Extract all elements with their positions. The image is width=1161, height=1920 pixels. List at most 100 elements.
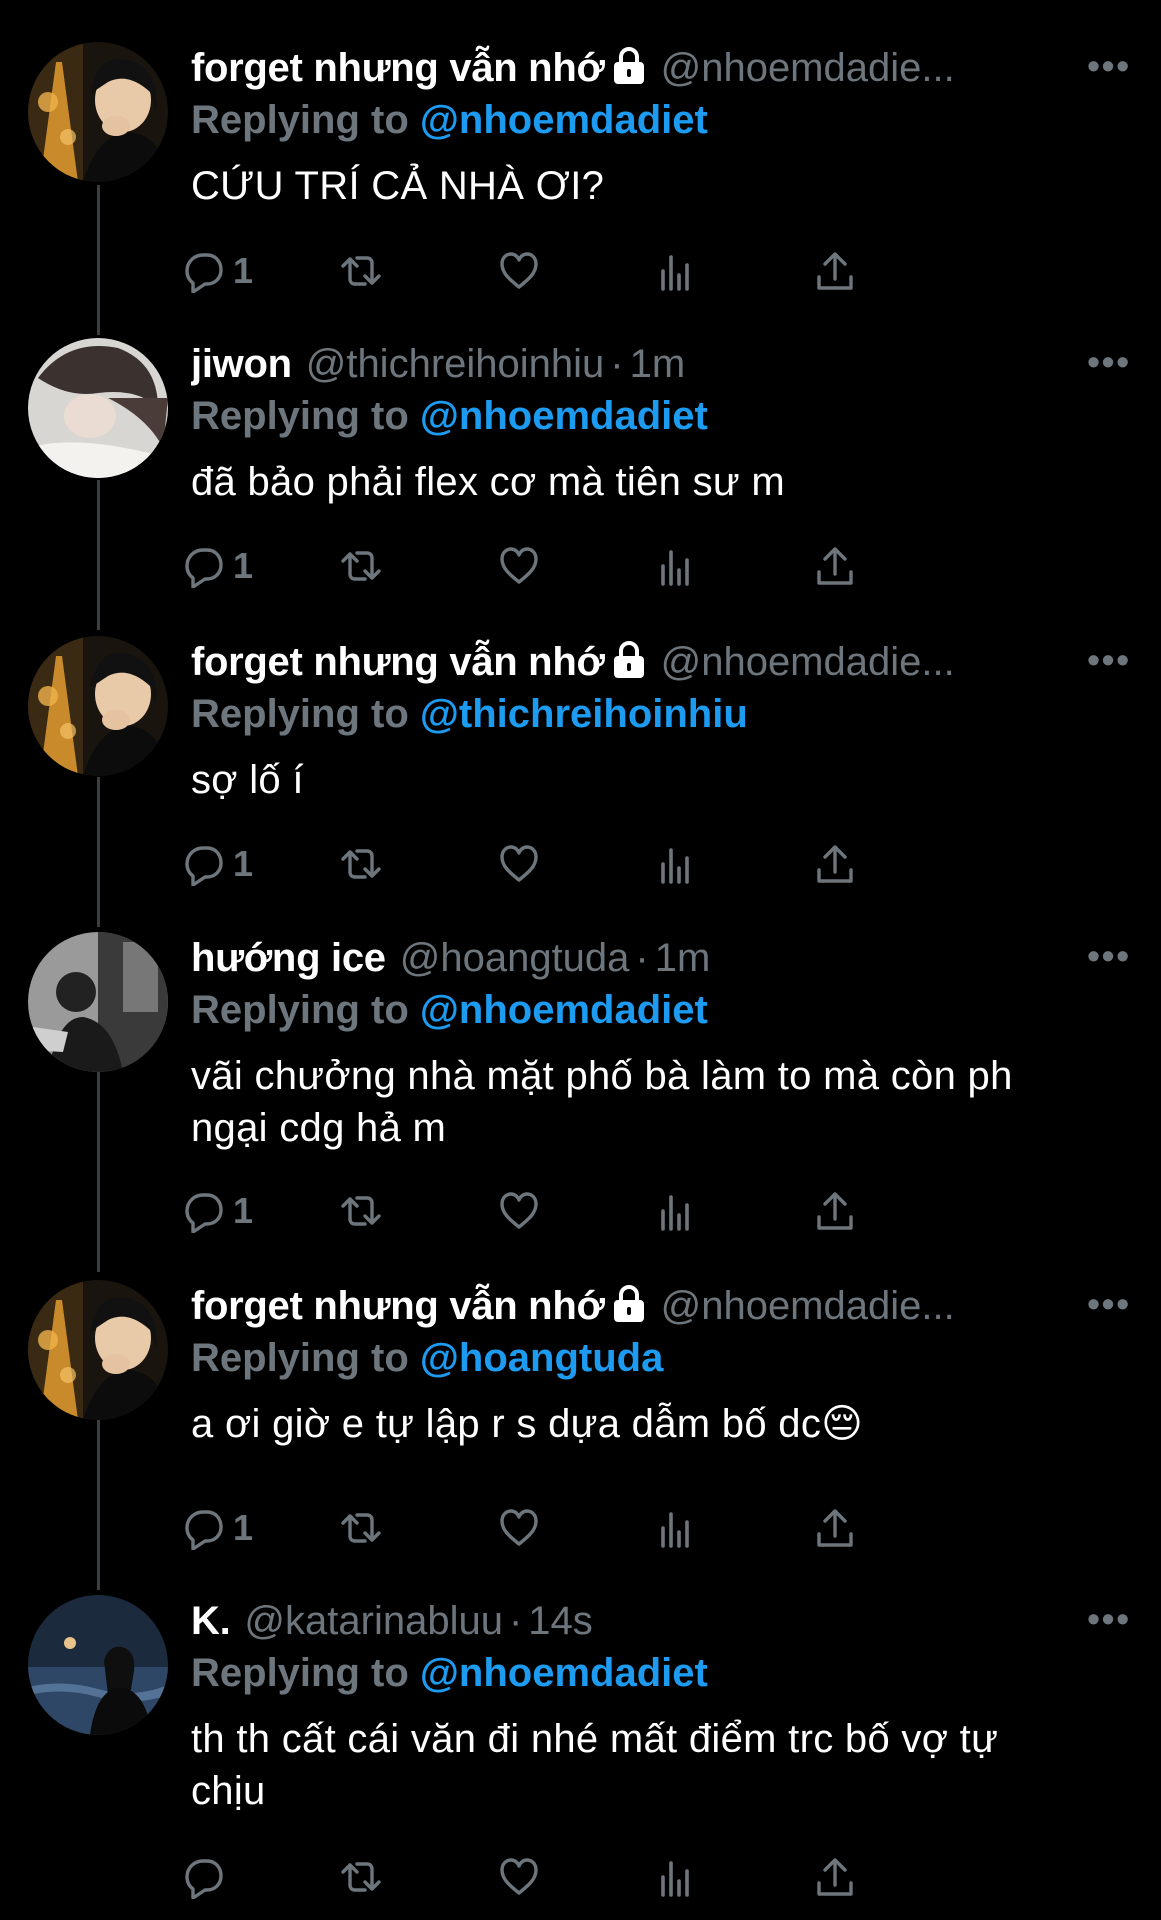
reply-icon bbox=[185, 1193, 223, 1233]
analytics-button[interactable] bbox=[655, 243, 699, 299]
replying-label: Replying to bbox=[191, 1336, 409, 1380]
like-button[interactable] bbox=[497, 836, 541, 892]
like-icon bbox=[500, 1509, 538, 1546]
retweet-icon bbox=[341, 256, 381, 286]
user-handle[interactable]: @nhoemdadie... bbox=[661, 640, 955, 684]
reply-button[interactable]: 1 bbox=[181, 1500, 253, 1556]
tweet-text: sợ lố í bbox=[191, 754, 1131, 806]
user-handle[interactable]: @thichreihoinhiu bbox=[306, 342, 605, 386]
share-icon bbox=[817, 845, 853, 883]
avatar[interactable] bbox=[28, 42, 168, 182]
timestamp[interactable]: 1m bbox=[630, 342, 686, 386]
tweet-text: a ơi giờ e tự lập r s dựa dẫm bố dc😔 bbox=[191, 1398, 1131, 1450]
display-name[interactable]: hướng ice bbox=[191, 936, 386, 980]
tweet-text-line: chịu bbox=[191, 1769, 266, 1813]
retweet-button[interactable] bbox=[339, 243, 383, 299]
avatar[interactable] bbox=[28, 636, 168, 776]
reply-button[interactable]: 1 bbox=[181, 243, 253, 299]
analytics-icon bbox=[661, 255, 689, 291]
analytics-button[interactable] bbox=[655, 538, 699, 594]
tweet-header: forget nhưng vẫn nhớ @nhoemdadie... ••• bbox=[191, 42, 1131, 94]
retweet-icon bbox=[341, 1196, 381, 1226]
replying-to: Replying to @hoangtuda bbox=[191, 1332, 1131, 1384]
more-icon[interactable]: ••• bbox=[1087, 1593, 1131, 1645]
timestamp[interactable]: 14s bbox=[528, 1599, 593, 1643]
reply-button[interactable]: 1 bbox=[181, 538, 253, 594]
replying-to: Replying to @nhoemdadiet bbox=[191, 94, 1131, 146]
mention-link[interactable]: @nhoemdadiet bbox=[420, 988, 708, 1032]
more-icon[interactable]: ••• bbox=[1087, 930, 1131, 982]
share-button[interactable] bbox=[813, 243, 857, 299]
timestamp[interactable]: 1m bbox=[655, 936, 711, 980]
display-name[interactable]: K. bbox=[191, 1599, 231, 1643]
analytics-button[interactable] bbox=[655, 836, 699, 892]
replying-to: Replying to @nhoemdadiet bbox=[191, 984, 1131, 1036]
tweet-actions bbox=[185, 1849, 1021, 1905]
reply-button[interactable]: 1 bbox=[181, 1183, 253, 1239]
tweet-text-line: vãi chưởng nhà mặt phố bà làm to mà còn … bbox=[191, 1054, 1013, 1098]
analytics-button[interactable] bbox=[655, 1183, 699, 1239]
display-name[interactable]: forget nhưng vẫn nhớ bbox=[191, 46, 605, 90]
mention-link[interactable]: @hoangtuda bbox=[420, 1336, 663, 1380]
retweet-button[interactable] bbox=[339, 836, 383, 892]
tweet-text-line: ngại cdg hả m bbox=[191, 1106, 447, 1150]
like-icon bbox=[500, 252, 538, 289]
reply-count: 1 bbox=[233, 250, 254, 291]
display-name[interactable]: forget nhưng vẫn nhớ bbox=[191, 1284, 605, 1328]
share-button[interactable] bbox=[813, 836, 857, 892]
retweet-button[interactable] bbox=[339, 1183, 383, 1239]
more-icon[interactable]: ••• bbox=[1087, 634, 1131, 686]
display-name[interactable]: forget nhưng vẫn nhớ bbox=[191, 640, 605, 684]
share-button[interactable] bbox=[813, 1849, 857, 1905]
mention-link[interactable]: @nhoemdadiet bbox=[420, 1651, 708, 1695]
avatar[interactable] bbox=[28, 1595, 168, 1735]
user-handle[interactable]: @nhoemdadie... bbox=[661, 1284, 955, 1328]
reply-button[interactable]: 1 bbox=[181, 836, 253, 892]
tweet-text: vãi chưởng nhà mặt phố bà làm to mà còn … bbox=[191, 1050, 1131, 1154]
like-icon bbox=[500, 1858, 538, 1895]
user-handle[interactable]: @nhoemdadie... bbox=[661, 46, 955, 90]
like-button[interactable] bbox=[497, 1500, 541, 1556]
share-button[interactable] bbox=[813, 1183, 857, 1239]
tweet-actions: 1 bbox=[185, 836, 1021, 892]
more-icon[interactable]: ••• bbox=[1087, 40, 1131, 92]
share-icon bbox=[817, 547, 853, 585]
like-icon bbox=[500, 547, 538, 584]
more-icon[interactable]: ••• bbox=[1087, 1278, 1131, 1330]
thread-line bbox=[97, 480, 100, 630]
avatar[interactable] bbox=[28, 1280, 168, 1420]
separator-dot: · bbox=[508, 1599, 523, 1643]
tweet-text: đã bảo phải flex cơ mà tiên sư m bbox=[191, 456, 1131, 508]
retweet-button[interactable] bbox=[339, 1500, 383, 1556]
share-icon bbox=[817, 1509, 853, 1547]
tweet-text: th th cất cái văn đi nhé mất điểm trc bố… bbox=[191, 1713, 1131, 1817]
like-button[interactable] bbox=[497, 1183, 541, 1239]
like-button[interactable] bbox=[497, 243, 541, 299]
avatar[interactable] bbox=[28, 338, 168, 478]
reply-icon bbox=[185, 548, 223, 588]
analytics-button[interactable] bbox=[655, 1500, 699, 1556]
reply-button[interactable] bbox=[181, 1849, 225, 1905]
share-button[interactable] bbox=[813, 538, 857, 594]
mention-link[interactable]: @nhoemdadiet bbox=[420, 98, 708, 142]
avatar[interactable] bbox=[28, 932, 168, 1072]
like-button[interactable] bbox=[497, 538, 541, 594]
reply-count: 1 bbox=[233, 1507, 254, 1548]
tweet-actions: 1 bbox=[185, 243, 1021, 299]
replying-to: Replying to @thichreihoinhiu bbox=[191, 688, 1131, 740]
like-button[interactable] bbox=[497, 1849, 541, 1905]
reply-count: 1 bbox=[233, 545, 254, 586]
retweet-button[interactable] bbox=[339, 538, 383, 594]
mention-link[interactable]: @nhoemdadiet bbox=[420, 394, 708, 438]
user-handle[interactable]: @katarinabluu bbox=[244, 1599, 503, 1643]
mention-link[interactable]: @thichreihoinhiu bbox=[420, 692, 748, 736]
analytics-icon bbox=[661, 848, 689, 884]
user-handle[interactable]: @hoangtuda bbox=[400, 936, 630, 980]
share-button[interactable] bbox=[813, 1500, 857, 1556]
retweet-icon bbox=[341, 1862, 381, 1892]
analytics-button[interactable] bbox=[655, 1849, 699, 1905]
more-icon[interactable]: ••• bbox=[1087, 336, 1131, 388]
tweet-text-line: đã bảo phải flex cơ mà tiên sư m bbox=[191, 460, 785, 504]
display-name[interactable]: jiwon bbox=[191, 342, 292, 386]
retweet-button[interactable] bbox=[339, 1849, 383, 1905]
